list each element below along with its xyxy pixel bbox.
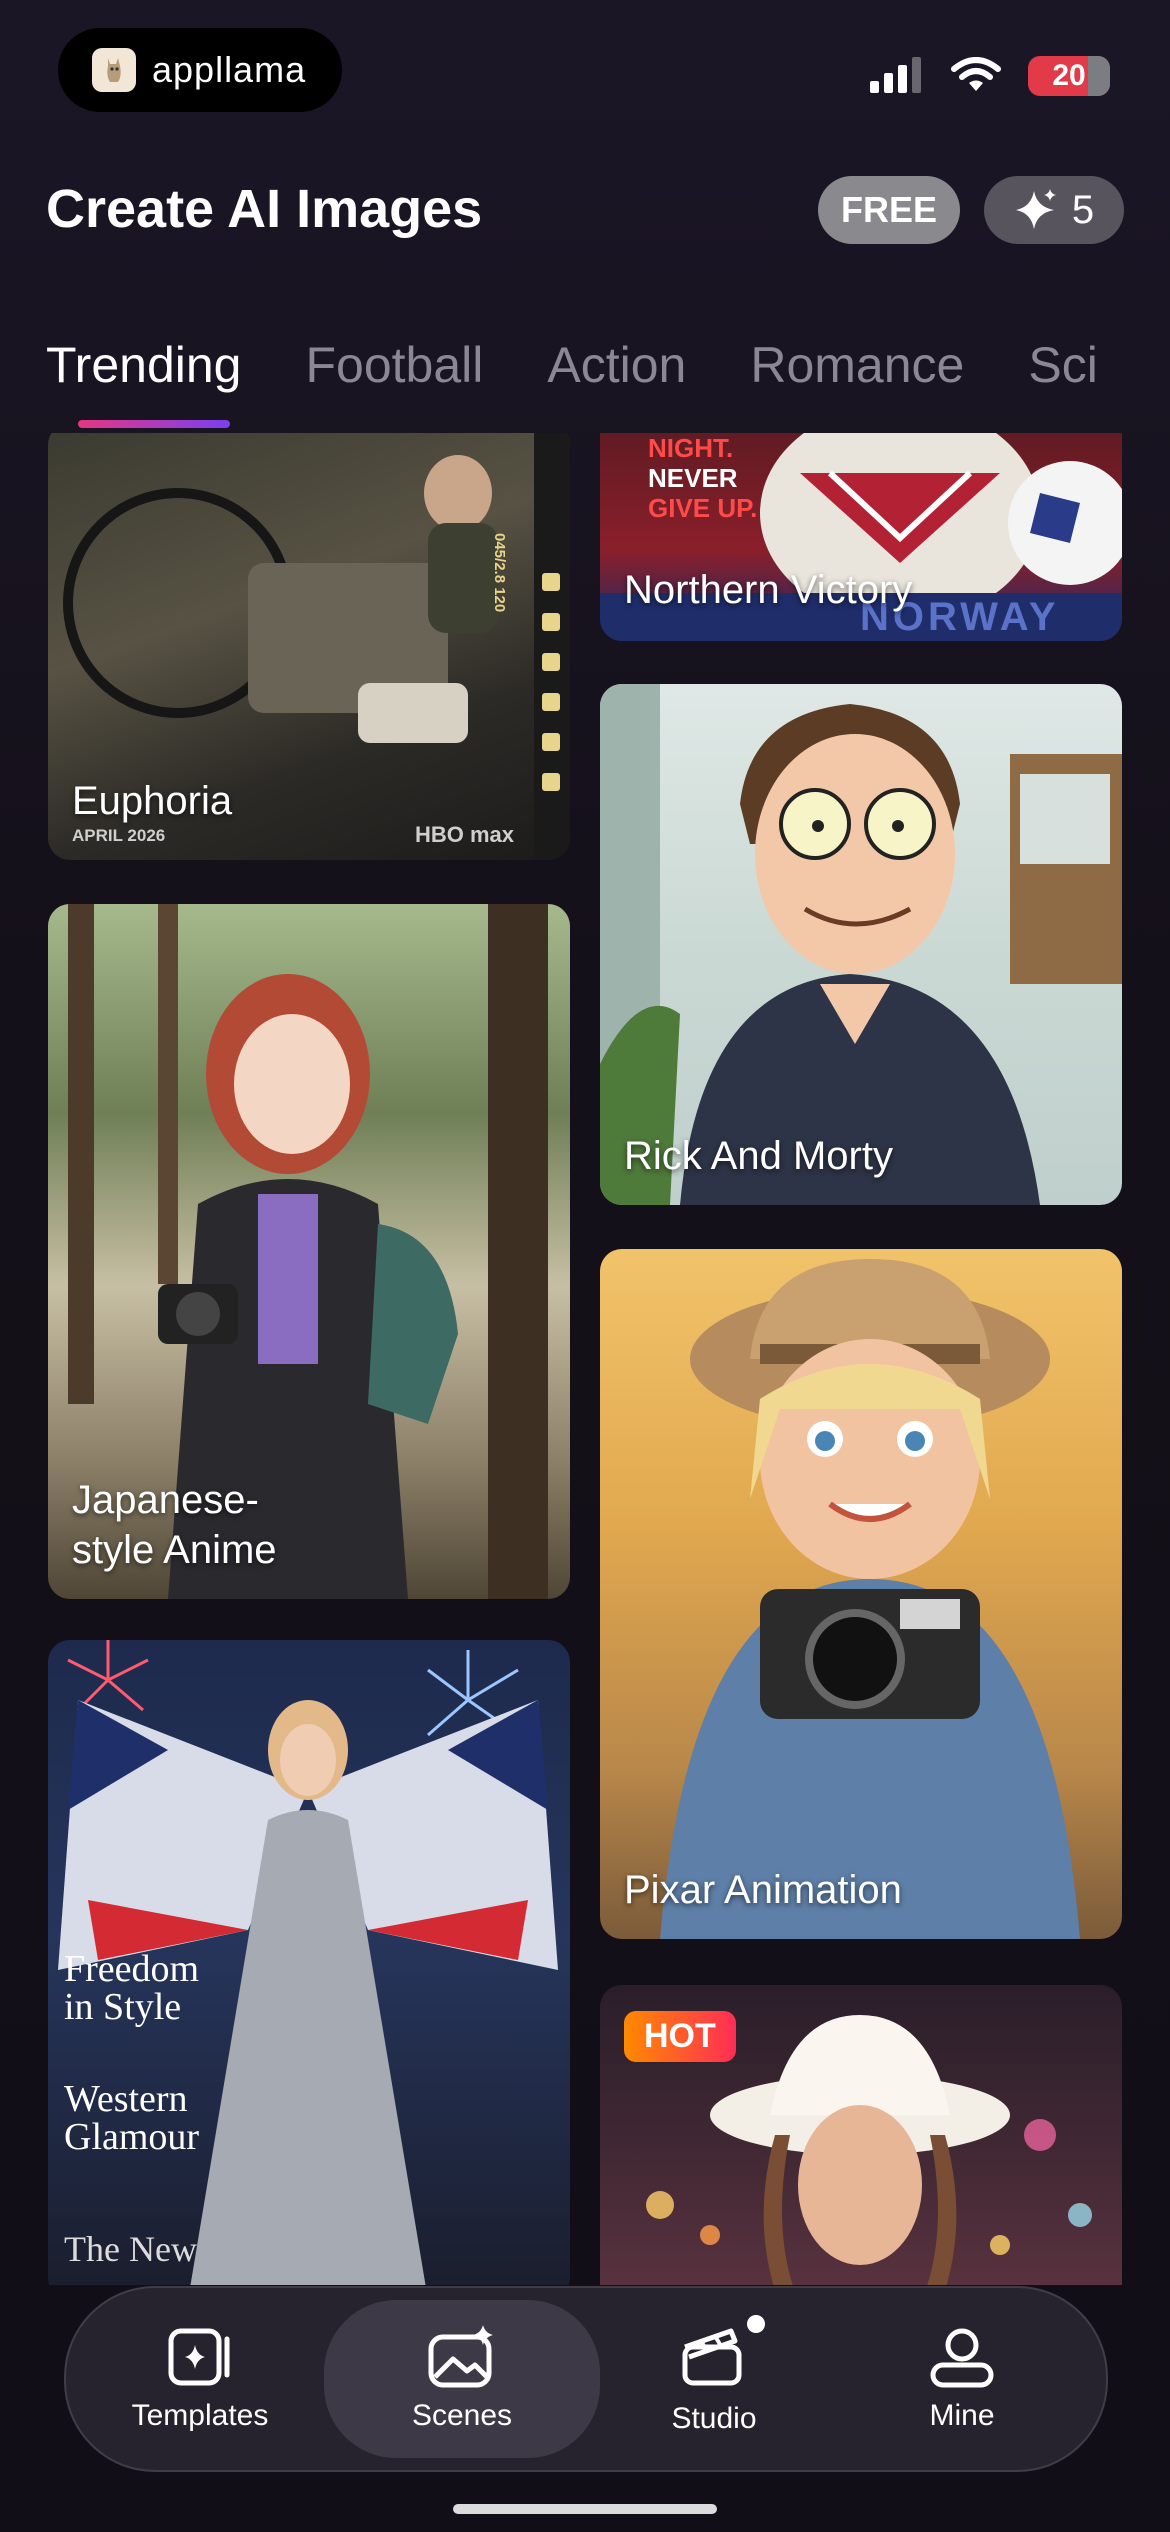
tab-indicator: [78, 420, 230, 428]
scene-grid: 045/2.8 120 APRIL 2026 HBO max Euphoria …: [0, 433, 1170, 2285]
bottom-nav: Templates Scenes Studio Mine: [64, 2286, 1108, 2472]
scene-card-japanese-anime[interactable]: Japanese- style Anime: [48, 904, 570, 1599]
nav-mine[interactable]: Mine: [842, 2288, 1082, 2470]
scene-card-rick-and-morty[interactable]: Rick And Morty: [600, 684, 1122, 1205]
card-label: Japanese- style Anime: [72, 1478, 277, 1572]
scene-card-freedom-style[interactable]: Freedom in Style Western Glamour The New: [48, 1640, 570, 2285]
app-logo-pill: appllama: [58, 28, 342, 112]
card-label: Northern Victory: [624, 568, 913, 612]
nav-studio[interactable]: Studio: [594, 2288, 834, 2470]
home-indicator: [453, 2504, 717, 2514]
nav-label: Studio: [671, 2401, 757, 2435]
free-badge[interactable]: FREE: [818, 176, 960, 244]
card-label: Rick And Morty: [624, 1134, 893, 1178]
llama-logo-icon: [92, 48, 136, 92]
card-label: Pixar Animation: [624, 1868, 902, 1912]
tab-romance[interactable]: Romance: [750, 336, 964, 394]
card-small-date: APRIL 2026: [72, 826, 166, 845]
scenes-icon: [428, 2325, 493, 2388]
card-overlay-text-1: Freedom in Style: [64, 1948, 200, 2028]
card-label: Euphoria: [72, 779, 233, 823]
scene-card-hot-cowgirl[interactable]: HOT: [600, 1985, 1122, 2285]
templates-icon: [168, 2328, 230, 2386]
film-code-text: 045/2.8 120: [491, 533, 508, 613]
credits-button[interactable]: 5: [984, 176, 1124, 244]
battery-level: 20: [1052, 59, 1086, 92]
signal-icon: [870, 57, 921, 93]
card-overlay-text: NIGHT. NEVER GIVE UP.: [648, 433, 758, 523]
nav-label: Scenes: [411, 2399, 513, 2432]
card-brand-logo: HBO max: [414, 822, 514, 847]
scene-card-pixar-animation[interactable]: Pixar Animation: [600, 1249, 1122, 1939]
profile-icon: [930, 2328, 994, 2388]
battery-icon: 20: [1028, 56, 1110, 96]
card-overlay-text-2: Western Glamour: [64, 2078, 200, 2158]
studio-icon: [682, 2328, 742, 2385]
tab-sci[interactable]: Sci: [1028, 336, 1097, 394]
wifi-icon: [951, 57, 1001, 91]
credits-count: 5: [1071, 187, 1095, 232]
hot-badge: HOT: [624, 2011, 736, 2062]
notification-dot: [747, 2314, 765, 2333]
tab-action[interactable]: Action: [547, 336, 686, 394]
tab-trending[interactable]: Trending: [46, 336, 241, 394]
card-illustration: [660, 1259, 1080, 1939]
sparkle-icon: [1015, 189, 1056, 229]
page-title: Create AI Images: [46, 179, 483, 239]
tab-football[interactable]: Football: [305, 336, 483, 394]
nav-scenes[interactable]: Scenes: [324, 2300, 600, 2458]
category-tabs: Trending Football Action Romance Sci: [46, 336, 1098, 394]
nav-label: Templates: [131, 2399, 269, 2432]
scene-card-euphoria[interactable]: 045/2.8 120 APRIL 2026 HBO max Euphoria: [48, 433, 570, 860]
card-overlay-text-3: The New: [64, 2229, 197, 2269]
scene-card-northern-victory[interactable]: NIGHT. NEVER GIVE UP. NORWAY Northern Vi…: [600, 433, 1122, 641]
nav-label: Mine: [929, 2399, 995, 2432]
app-logo-text: appllama: [152, 49, 307, 90]
card-illustration: [600, 684, 1122, 1205]
nav-templates[interactable]: Templates: [80, 2288, 320, 2470]
status-icons: 20: [868, 56, 1110, 96]
